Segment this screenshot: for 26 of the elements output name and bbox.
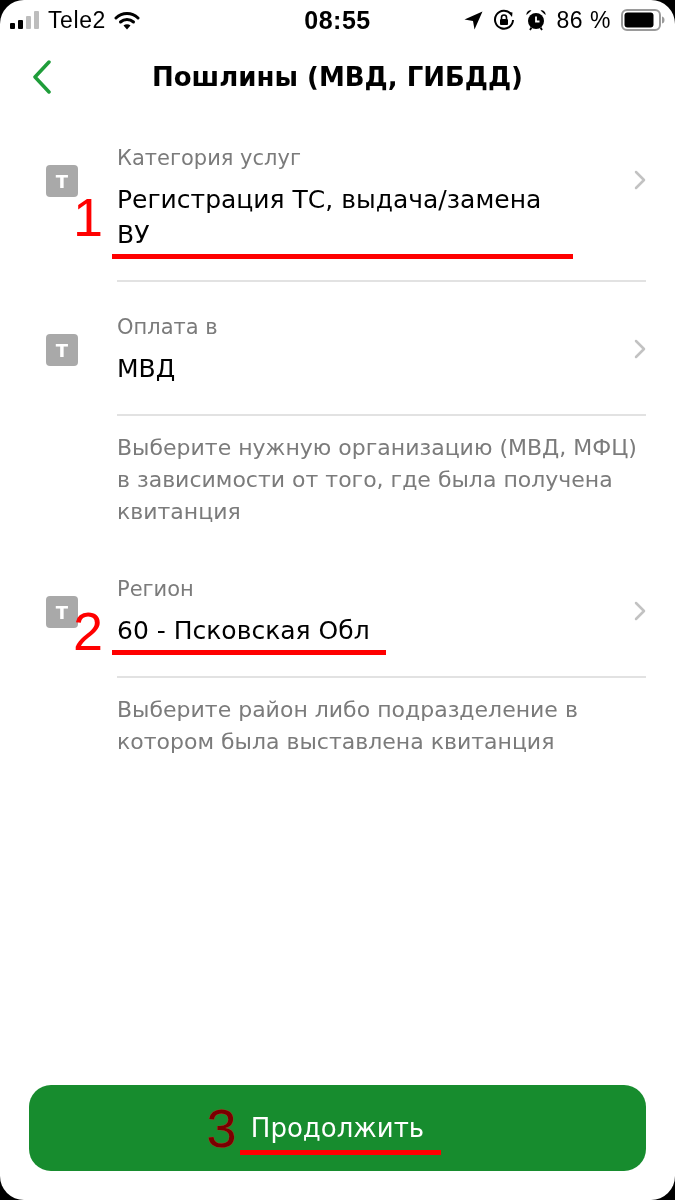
type-badge: T — [46, 165, 78, 197]
field-value: 60 - Псковская Обл — [117, 615, 370, 647]
field-value: МВД — [117, 353, 176, 385]
type-badge: T — [46, 334, 78, 366]
field-label: Регион — [117, 576, 194, 602]
field-label: Оплата в — [117, 314, 218, 340]
signal-icon — [10, 11, 40, 29]
battery-icon — [621, 9, 665, 31]
rotation-lock-icon — [492, 9, 515, 31]
back-button[interactable] — [30, 57, 54, 96]
location-arrow-icon — [463, 10, 483, 30]
wifi-icon — [114, 10, 140, 30]
battery-percent: 86 % — [556, 6, 611, 34]
chevron-right-icon[interactable] — [634, 601, 646, 621]
chevron-right-icon[interactable] — [634, 339, 646, 359]
alarm-clock-icon — [524, 9, 547, 31]
carrier-name: Tele2 — [48, 6, 106, 34]
status-time: 08:55 — [304, 5, 371, 35]
field-label: Категория услуг — [117, 145, 301, 171]
chevron-left-icon — [32, 59, 52, 94]
page-title: Пошлины (МВД, ГИБДД) — [152, 61, 523, 92]
field-value: Регистрация ТС, выдача/замена ВУ — [117, 184, 543, 251]
hint-text: Выберите нужную организацию (МВД, МФЦ) в зависимости от того, где была получена квитанция — [117, 434, 638, 526]
annotation-number: 3 — [206, 1101, 237, 1155]
hint-text: Выберите район либо подразделение в котором была выставлена квитанция — [117, 696, 579, 756]
chevron-right-icon[interactable] — [634, 170, 646, 190]
